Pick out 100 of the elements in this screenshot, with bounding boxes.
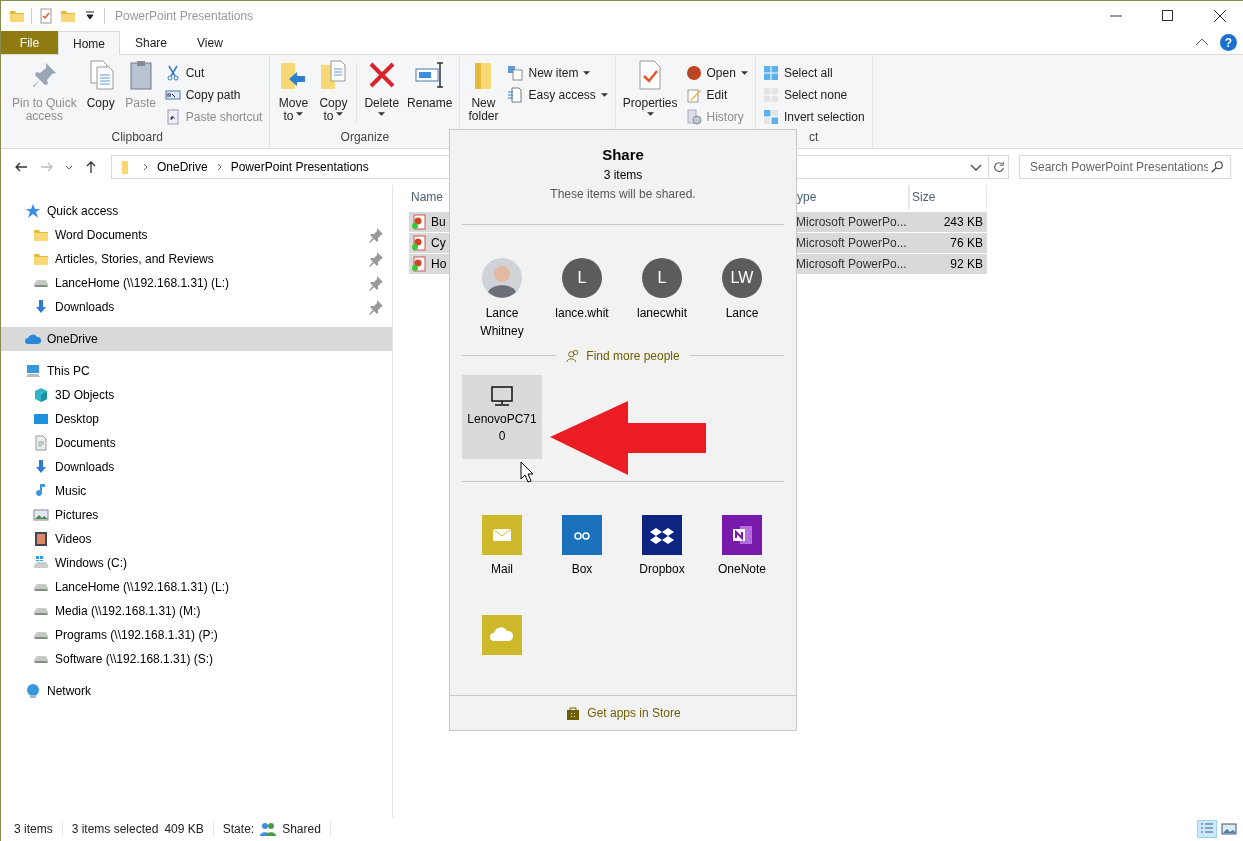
shopping-bag-icon — [565, 705, 582, 722]
nav-item[interactable]: Videos — [1, 527, 392, 551]
nav-item[interactable]: Documents — [1, 431, 392, 455]
ribbon-button[interactable]: Easy access — [504, 84, 611, 106]
ribbon-button[interactable]: Open — [682, 62, 751, 84]
nav-item[interactable]: Network — [1, 679, 392, 703]
app-tile[interactable]: Box — [542, 515, 622, 596]
ribbon-button[interactable]: Properties — [619, 57, 681, 130]
app-tile[interactable]: Mail — [462, 515, 542, 596]
nav-item[interactable]: Pictures — [1, 503, 392, 527]
ribbon-button[interactable]: New item — [504, 62, 611, 84]
ribbon-tab[interactable]: File — [1, 31, 58, 54]
rename-icon — [413, 59, 446, 91]
ribbon-button[interactable]: Copy — [81, 57, 120, 130]
nav-item[interactable]: Quick access — [1, 199, 392, 223]
ribbon-button[interactable]: Select none — [759, 84, 868, 106]
ribbon-button[interactable]: Copy to — [314, 57, 353, 130]
pin-icon — [368, 251, 384, 267]
ribbon-tab[interactable]: Home — [58, 31, 120, 55]
nav-item[interactable]: LanceHome (\\192.168.1.31) (L:) — [1, 271, 392, 295]
pin-icon — [368, 275, 384, 291]
minimize-icon — [1110, 15, 1122, 17]
computer-icon — [25, 363, 41, 379]
breadcrumb[interactable]: OneDrive — [157, 160, 208, 174]
pin-icon — [368, 299, 384, 315]
refresh-button[interactable] — [989, 155, 1009, 179]
nav-item[interactable]: Desktop — [1, 407, 392, 431]
pin-icon — [368, 227, 384, 243]
ribbon-button[interactable]: Invert selection — [759, 106, 868, 128]
film-icon — [33, 531, 49, 547]
nav-item[interactable]: Windows (C:) — [1, 551, 392, 575]
easy-access-icon — [507, 87, 524, 103]
window-title: PowerPoint Presentations — [115, 9, 255, 23]
item-count: 3 items — [603, 168, 643, 182]
help-button[interactable]: ? — [1220, 34, 1237, 51]
table-cell: Microsoft PowerPo... — [794, 254, 909, 275]
picture-icon — [33, 507, 49, 523]
view-button[interactable] — [1219, 820, 1239, 838]
nav-item[interactable]: Media (\\192.168.1.31) (M:) — [1, 599, 392, 623]
state-label: State: — [222, 822, 255, 836]
ribbon-button[interactable]: New folder — [464, 57, 503, 130]
star-icon — [25, 203, 41, 219]
chevron-icon — [142, 163, 149, 171]
people-outline-icon — [566, 348, 581, 363]
windows-drive-icon — [33, 555, 49, 571]
store-link[interactable]: Get apps in Store — [565, 705, 681, 722]
cursor-icon — [520, 461, 534, 483]
nav-item[interactable]: Word Documents — [1, 223, 392, 247]
table-cell: Microsoft PowerPo... — [794, 233, 909, 254]
panel-title: Share — [602, 146, 644, 163]
nav-item[interactable]: Music — [1, 479, 392, 503]
ribbon-button[interactable]: Edit — [682, 84, 751, 106]
ribbon-tab[interactable]: Share — [120, 31, 183, 54]
ribbon-button[interactable]: Rename — [404, 57, 456, 130]
column-header[interactable]: Size — [912, 190, 936, 204]
folder-icon — [33, 227, 49, 243]
find-more-people-link[interactable]: Find more people — [566, 348, 680, 363]
table-cell: Microsoft PowerPo... — [794, 212, 909, 233]
history-icon — [685, 109, 702, 125]
nav-item[interactable]: Downloads — [1, 295, 392, 319]
invert-selection-icon — [762, 109, 779, 125]
folder-icon — [9, 8, 25, 24]
device-tile[interactable]: LenovoPC710 — [462, 374, 542, 459]
app-tile[interactable]: Dropbox — [622, 515, 702, 596]
contact[interactable]: L lanecwhit — [626, 258, 698, 323]
contact[interactable]: LW Lance — [706, 258, 778, 323]
ribbon-button[interactable]: Move to — [274, 57, 313, 130]
new-item-icon — [507, 65, 524, 81]
recent-chevron-icon — [65, 164, 73, 170]
scissors-icon — [164, 65, 181, 81]
ribbon-button[interactable]: Cut — [161, 62, 266, 84]
people-icon — [260, 821, 277, 837]
monitor-icon — [490, 384, 514, 407]
nav-item[interactable]: Programs (\\192.168.1.31) (P:) — [1, 623, 392, 647]
ribbon-button[interactable]: Delete — [361, 57, 403, 130]
nav-item[interactable]: This PC — [1, 359, 392, 383]
chevron-icon — [215, 163, 223, 171]
app-tile[interactable]: OneNote — [702, 515, 782, 596]
nav-item[interactable]: LanceHome (\\192.168.1.31) (L:) — [1, 575, 392, 599]
nav-item[interactable]: Articles, Stories, and Reviews — [1, 247, 392, 271]
column-header[interactable]: ype — [797, 190, 817, 204]
nav-item[interactable]: 3D Objects — [1, 383, 392, 407]
contact[interactable]: L lance.whit — [546, 258, 618, 323]
panel-subtitle: These items will be shared. — [550, 187, 696, 201]
ribbon-button[interactable]: Copy path — [161, 84, 266, 106]
contact[interactable]: Lance Whitney — [466, 258, 538, 341]
column-header[interactable]: Name — [411, 190, 443, 204]
maximize-icon — [1161, 9, 1175, 23]
nav-item[interactable]: OneDrive — [1, 327, 392, 351]
selection-count: 3 items selected — [71, 822, 159, 836]
ribbon-button[interactable]: Select all — [759, 62, 868, 84]
nav-item[interactable]: Downloads — [1, 455, 392, 479]
network-icon — [25, 683, 41, 699]
select-all-icon — [762, 65, 779, 81]
shortcut-icon — [164, 109, 181, 125]
view-button[interactable] — [1197, 820, 1217, 838]
breadcrumb[interactable]: PowerPoint Presentations — [230, 160, 369, 174]
selection-size: 409 KB — [164, 822, 204, 836]
ribbon-tab[interactable]: View — [182, 31, 238, 54]
nav-item[interactable]: Software (\\192.168.1.31) (S:) — [1, 647, 392, 671]
